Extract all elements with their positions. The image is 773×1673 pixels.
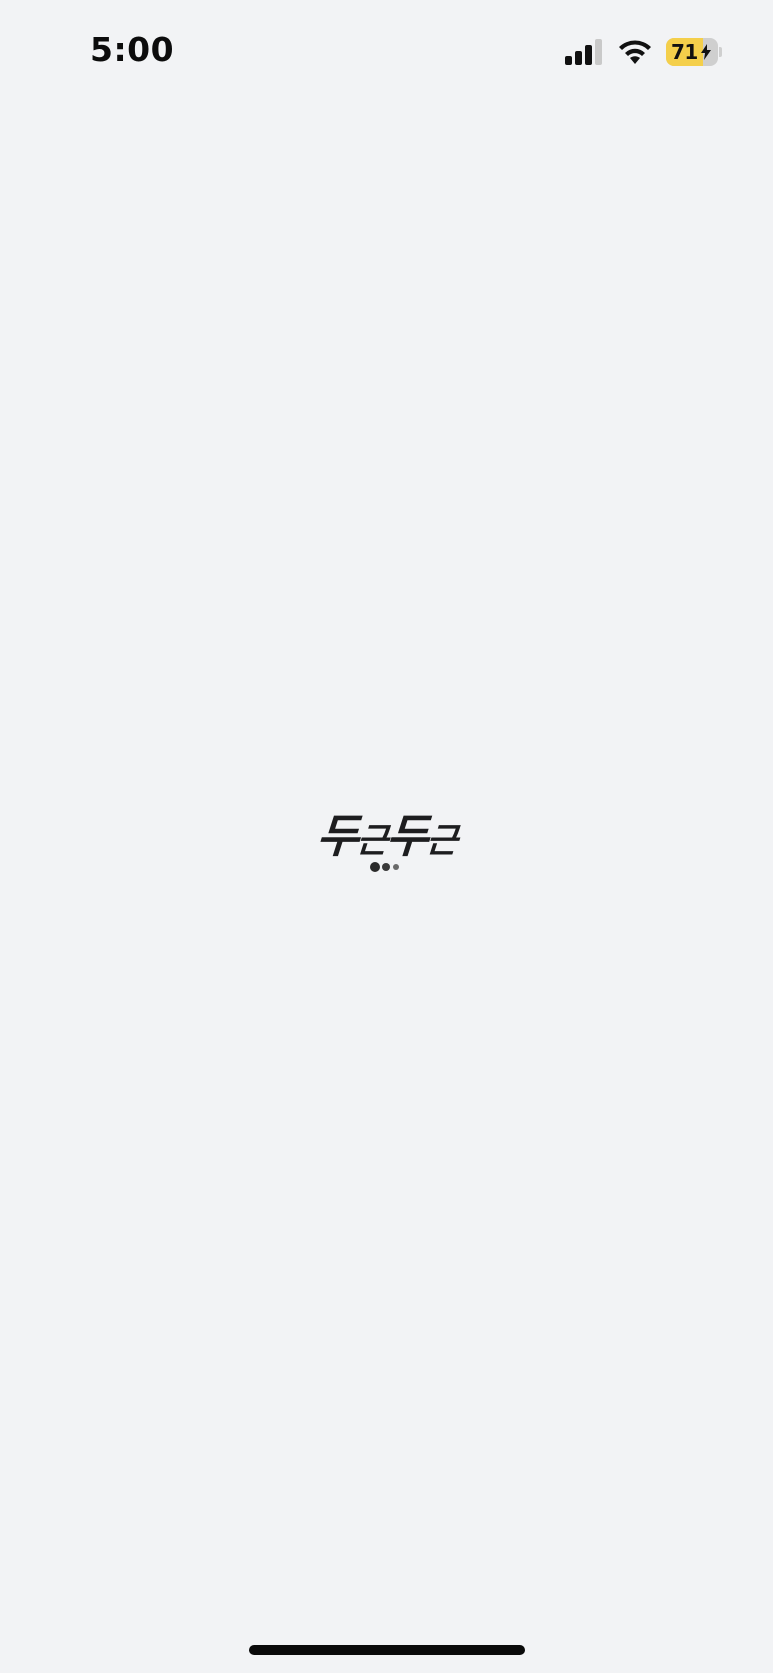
loading-dots-icon (370, 862, 399, 872)
status-bar: 5:00 71 (0, 0, 773, 104)
battery-body: 71 (666, 38, 718, 66)
logo-char-3: 두 (384, 809, 429, 863)
charging-bolt-icon (701, 44, 711, 60)
logo-wordmark: 두근두근 (315, 800, 459, 866)
logo-char-2: 근 (355, 821, 388, 861)
app-logo: 두근두근 (0, 800, 773, 866)
battery-cap (719, 47, 722, 57)
wifi-icon (619, 40, 651, 64)
battery-percentage: 71 (671, 40, 698, 64)
cellular-signal-icon (565, 39, 602, 65)
home-indicator[interactable] (249, 1645, 525, 1655)
status-time: 5:00 (90, 30, 175, 69)
battery-indicator: 71 (666, 38, 722, 66)
logo-char-4: 근 (424, 821, 457, 861)
logo-char-1: 두 (314, 809, 359, 863)
